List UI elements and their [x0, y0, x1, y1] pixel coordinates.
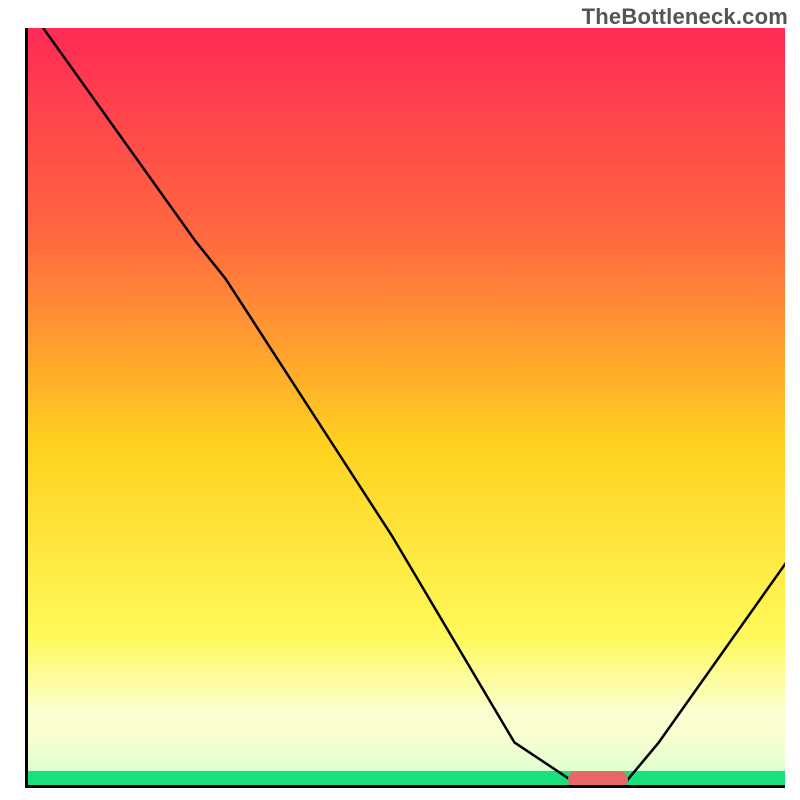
- bottleneck-curve-path: [43, 28, 785, 788]
- optimum-marker: [568, 771, 629, 788]
- bottleneck-curve: [28, 28, 785, 788]
- watermark-text: TheBottleneck.com: [582, 4, 788, 30]
- chart-container: TheBottleneck.com: [0, 0, 800, 800]
- plot-area: [25, 28, 785, 788]
